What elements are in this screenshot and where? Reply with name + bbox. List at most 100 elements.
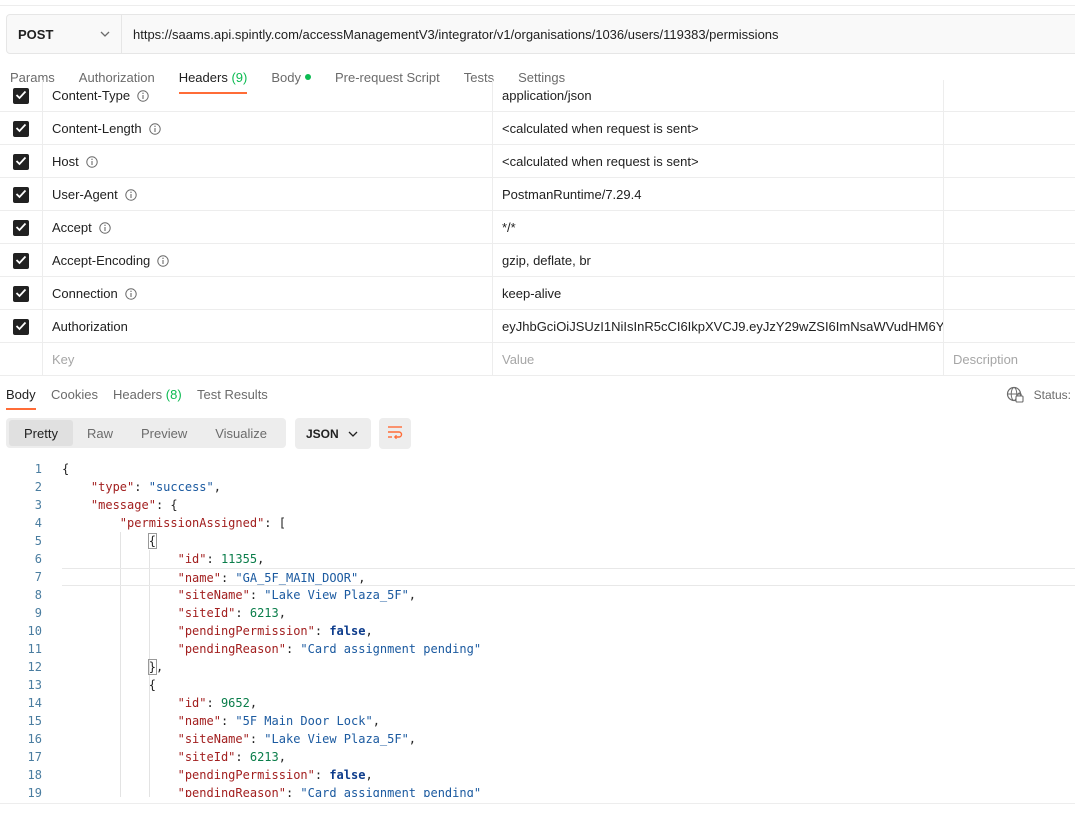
header-description-cell[interactable] <box>944 112 1075 145</box>
code-line: 8 "siteName": "Lake View Plaza_5F", <box>0 586 1075 604</box>
header-enabled-checkbox[interactable] <box>13 219 29 236</box>
header-description-cell[interactable] <box>944 211 1075 244</box>
header-enabled-checkbox[interactable] <box>13 252 29 269</box>
info-icon[interactable] <box>99 221 111 234</box>
code-line: 2 "type": "success", <box>0 478 1075 496</box>
response-status: Status: <box>1006 386 1071 404</box>
header-description-cell[interactable] <box>944 277 1075 310</box>
check-icon <box>15 88 27 103</box>
globe-icon[interactable] <box>1006 386 1024 404</box>
line-number: 12 <box>27 660 42 674</box>
header-key-cell[interactable]: Content-Type <box>43 80 493 112</box>
header-description-cell[interactable] <box>944 310 1075 343</box>
header-checkbox-cell <box>0 178 43 211</box>
code-text: "id": 11355, <box>177 552 265 566</box>
response-tab-test-results[interactable]: Test Results <box>197 387 268 410</box>
header-description-cell[interactable] <box>944 244 1075 277</box>
url-input[interactable]: https://saams.api.spintly.com/accessMana… <box>122 27 779 42</box>
header-key-cell[interactable]: Authorization <box>43 310 493 343</box>
code-line: 18 "pendingPermission": false, <box>0 766 1075 784</box>
info-icon[interactable] <box>157 254 169 267</box>
header-key: Authorization <box>52 319 128 334</box>
header-checkbox-cell <box>0 310 43 343</box>
view-raw-button[interactable]: Raw <box>73 420 127 446</box>
header-value-cell[interactable]: <calculated when request is sent> <box>493 145 944 178</box>
header-value-cell[interactable]: */* <box>493 211 944 244</box>
info-icon[interactable] <box>137 89 149 102</box>
code-line: 5 { <box>0 532 1075 550</box>
response-body-editor[interactable]: 1{2 "type": "success", 3 "message": {4 "p… <box>0 460 1075 797</box>
header-description-input[interactable]: Description <box>944 343 1075 376</box>
code-text: "name": "GA_5F_MAIN_DOOR", <box>62 568 1075 586</box>
header-checkbox-cell <box>0 244 43 277</box>
wrap-lines-button[interactable] <box>379 418 411 449</box>
info-icon[interactable] <box>125 188 137 201</box>
header-description-cell[interactable] <box>944 80 1075 112</box>
response-tab-cookies[interactable]: Cookies <box>51 387 98 410</box>
code-line: 12 }, <box>0 658 1075 676</box>
header-key-cell[interactable]: Accept <box>43 211 493 244</box>
info-icon[interactable] <box>125 287 137 300</box>
line-number: 19 <box>27 786 42 797</box>
header-value-cell[interactable]: application/json <box>493 80 944 112</box>
code-line: 16 "siteName": "Lake View Plaza_5F", <box>0 730 1075 748</box>
code-text: "siteName": "Lake View Plaza_5F", <box>177 732 417 746</box>
header-key-input[interactable]: Key <box>43 343 493 376</box>
header-enabled-checkbox[interactable] <box>13 120 29 137</box>
line-number: 6 <box>34 552 42 566</box>
check-icon <box>15 187 27 202</box>
view-preview-button[interactable]: Preview <box>127 420 201 446</box>
header-checkbox-cell <box>0 343 43 376</box>
header-row: Authorization eyJhbGciOiJSUzI1NiIsInR5cCI… <box>0 310 1075 343</box>
header-value-input[interactable]: Value <box>493 343 944 376</box>
top-divider <box>0 5 1075 6</box>
line-number: 11 <box>27 642 42 656</box>
code-line: 19 "pendingReason": "Card assignment pen… <box>0 784 1075 797</box>
header-key-cell[interactable]: Accept-Encoding <box>43 244 493 277</box>
bottom-divider <box>0 803 1075 804</box>
code-line: 1{ <box>0 460 1075 478</box>
code-text: "siteName": "Lake View Plaza_5F", <box>177 588 417 602</box>
check-icon <box>15 286 27 301</box>
view-pretty-button[interactable]: Pretty <box>9 420 73 446</box>
status-label: Status: <box>1033 388 1071 402</box>
header-value-cell[interactable]: <calculated when request is sent> <box>493 112 944 145</box>
line-number: 1 <box>34 462 42 476</box>
code-text: "name": "5F Main Door Lock", <box>177 714 380 728</box>
header-enabled-checkbox[interactable] <box>13 186 29 203</box>
request-url-bar: POST https://saams.api.spintly.com/acces… <box>6 14 1075 54</box>
header-value: <calculated when request is sent> <box>502 121 699 136</box>
header-enabled-checkbox[interactable] <box>13 285 29 302</box>
header-enabled-checkbox[interactable] <box>13 318 29 335</box>
info-icon[interactable] <box>148 122 161 135</box>
check-icon <box>15 253 27 268</box>
chevron-down-icon <box>347 428 359 440</box>
response-tab-headers[interactable]: Headers (8) <box>113 387 182 410</box>
code-line: 13 { <box>0 676 1075 694</box>
header-value-cell[interactable]: gzip, deflate, br <box>493 244 944 277</box>
header-value-cell[interactable]: eyJhbGciOiJSUzI1NiIsInR5cCI6IkpXVCJ9.eyJ… <box>493 310 944 343</box>
header-key: Accept-Encoding <box>52 253 151 268</box>
header-key-cell[interactable]: Connection <box>43 277 493 310</box>
header-key-cell[interactable]: Content-Length <box>43 112 493 145</box>
header-description-cell[interactable] <box>944 145 1075 178</box>
check-icon <box>15 121 27 136</box>
format-select[interactable]: JSON <box>295 418 371 449</box>
header-enabled-checkbox[interactable] <box>13 153 29 170</box>
info-icon[interactable] <box>86 155 98 168</box>
code-text: "pendingReason": "Card assignment pendin… <box>177 786 482 797</box>
header-description-cell[interactable] <box>944 178 1075 211</box>
line-number: 13 <box>27 678 42 692</box>
header-key-cell[interactable]: User-Agent <box>43 178 493 211</box>
header-key-cell[interactable]: Host <box>43 145 493 178</box>
view-visualize-button[interactable]: Visualize <box>201 420 281 446</box>
response-headers-count: (8) <box>165 387 182 402</box>
code-line: 7 "name": "GA_5F_MAIN_DOOR", <box>0 568 1075 586</box>
header-value-cell[interactable]: PostmanRuntime/7.29.4 <box>493 178 944 211</box>
header-row: Content-Length <calculated when request i… <box>0 112 1075 145</box>
header-enabled-checkbox[interactable] <box>13 87 29 104</box>
method-select[interactable]: POST <box>7 15 122 53</box>
header-checkbox-cell <box>0 112 43 145</box>
response-tab-body[interactable]: Body <box>6 387 36 410</box>
header-value-cell[interactable]: keep-alive <box>493 277 944 310</box>
